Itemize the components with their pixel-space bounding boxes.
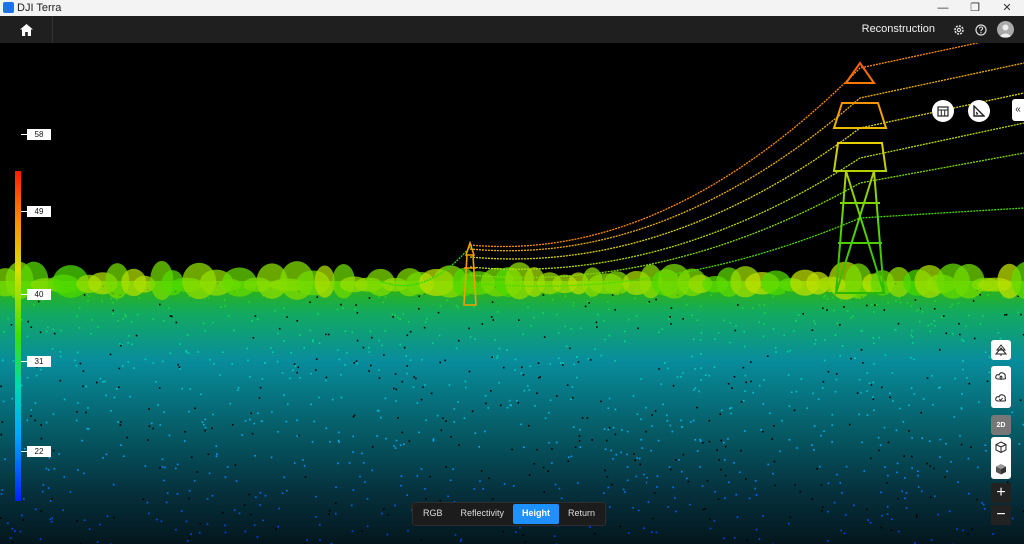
user-icon	[999, 24, 1012, 37]
legend-tick-label: 31	[21, 356, 51, 367]
view-2d-icon: 2D	[996, 421, 1006, 429]
collapse-panel-button[interactable]: «	[1012, 99, 1024, 121]
close-icon[interactable]: ✕	[990, 0, 1024, 16]
cloud-check-icon[interactable]	[995, 392, 1007, 404]
point-style-button[interactable]	[991, 340, 1011, 360]
color-mode-switch: RGB Reflectivity Height Return	[412, 502, 607, 526]
cloud-tools-group	[991, 366, 1011, 408]
map-tool-button[interactable]	[932, 100, 954, 122]
view-cube-group	[991, 437, 1011, 479]
reconstruction-mode-label[interactable]: Reconstruction	[862, 16, 935, 43]
dji-terra-logo-icon	[3, 2, 14, 13]
zoom-in-button[interactable]: +	[991, 483, 1011, 503]
legend-tick-label: 22	[21, 446, 51, 457]
legend-tick-label: 49	[21, 206, 51, 217]
restore-icon[interactable]: ❐	[958, 0, 992, 16]
legend-tick-label: 58	[21, 129, 51, 140]
home-icon	[19, 23, 33, 36]
mode-reflectivity[interactable]: Reflectivity	[452, 504, 514, 524]
mode-return[interactable]: Return	[559, 504, 604, 524]
home-button[interactable]	[0, 16, 53, 43]
help-button[interactable]	[973, 22, 988, 37]
user-avatar[interactable]	[997, 21, 1014, 38]
building-icon	[937, 106, 949, 117]
window-title: DJI Terra	[17, 2, 62, 14]
power-lines	[379, 43, 1024, 287]
settings-button[interactable]	[951, 22, 966, 37]
app-toolbar: Reconstruction	[0, 16, 1024, 43]
double-chevron-left-icon: «	[1015, 104, 1021, 115]
point-cloud-scene[interactable]	[0, 43, 1024, 544]
minus-icon: −	[996, 506, 1006, 523]
zoom-out-button[interactable]: −	[991, 505, 1011, 525]
cloud-upload-icon[interactable]	[995, 370, 1007, 382]
point-cloud-viewport[interactable]: 58 49 40 31 22 « 2D + − RGB Reflectivity…	[0, 43, 1024, 544]
cube-solid-icon[interactable]	[995, 463, 1007, 475]
gear-icon	[953, 24, 964, 35]
mode-height[interactable]: Height	[513, 504, 560, 524]
help-icon	[974, 23, 987, 36]
ruler-triangle-icon	[973, 105, 985, 117]
legend-tick-label: 40	[21, 289, 51, 300]
minimize-icon[interactable]: —	[926, 0, 960, 16]
window-titlebar: DJI Terra — ❐ ✕	[0, 0, 1024, 17]
tree-points-icon	[995, 344, 1007, 356]
mode-rgb[interactable]: RGB	[414, 504, 452, 524]
plus-icon: +	[996, 484, 1006, 501]
measure-tool-button[interactable]	[968, 100, 990, 122]
cube-icon[interactable]	[995, 441, 1007, 453]
view-2d-button[interactable]: 2D	[991, 415, 1011, 435]
